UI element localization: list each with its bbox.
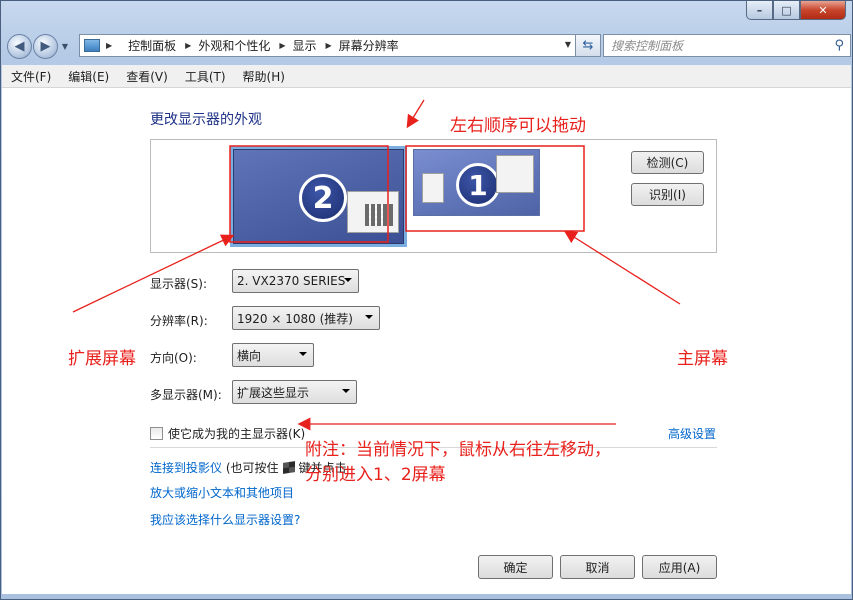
page-title: 更改显示器的外观 (150, 112, 262, 128)
chevron-right-icon: ▶ (185, 41, 192, 50)
menu-tools[interactable]: 工具(T) (185, 68, 226, 85)
multiple-displays-select[interactable]: 扩展这些显示 (232, 380, 357, 404)
search-icon[interactable]: ⚲ (834, 38, 844, 53)
menu-help[interactable]: 帮助(H) (243, 68, 285, 85)
main-display-option: 使它成为我的主显示器(K) (150, 425, 305, 442)
navigation-bar: ◀ ▶ ▼ ▶ 控制面板 ▶ 外观和个性化 ▶ 显示 ▶ 屏幕分辨率 ▼ ⇆ 搜索控制… (7, 31, 851, 61)
annotation-main-screen: 主屏幕 (677, 349, 728, 369)
resolution-select-value: 1920 × 1080 (推荐) (237, 311, 353, 326)
detect-button[interactable]: 检测(C) (631, 151, 704, 174)
advanced-settings-link[interactable]: 高级设置 (668, 425, 716, 442)
breadcrumb-label: 控制面板 (128, 39, 177, 53)
address-dropdown-icon[interactable]: ▼ (565, 40, 571, 49)
menu-file[interactable]: 文件(F) (11, 68, 51, 85)
breadcrumb-display[interactable]: ▶ 显示 (279, 37, 316, 54)
display-settings-help-link[interactable]: 我应该选择什么显示器设置? (150, 511, 300, 528)
orientation-label: 方向(O): (150, 351, 197, 365)
monitor-arrangement-panel: 2 1 检测(C) 识别(I) (150, 139, 717, 253)
menu-edit[interactable]: 编辑(E) (68, 68, 109, 85)
chevron-right-icon: ▶ (279, 41, 286, 50)
recent-pages-dropdown-icon[interactable]: ▼ (59, 42, 71, 51)
window-thumbnail-icon (422, 173, 444, 203)
multiple-displays-label: 多显示器(M): (150, 388, 222, 402)
ok-button[interactable]: 确定 (478, 555, 553, 579)
breadcrumb-screen-resolution[interactable]: ▶ 屏幕分辨率 (326, 37, 399, 54)
monitor-2-tile[interactable]: 2 (230, 146, 407, 247)
search-placeholder: 搜索控制面板 (611, 39, 684, 53)
forward-arrow-icon[interactable]: ▶ (33, 33, 58, 59)
control-panel-icon (84, 39, 100, 52)
main-display-checkbox[interactable] (150, 427, 163, 440)
cancel-button[interactable]: 取消 (560, 555, 635, 579)
breadcrumb-label: 屏幕分辨率 (338, 39, 399, 53)
monitor-1-tile[interactable]: 1 (413, 149, 540, 216)
breadcrumb-label: 外观和个性化 (198, 39, 271, 53)
annotation-drag-order: 左右顺序可以拖动 (450, 116, 586, 136)
main-content: 更改显示器的外观 2 1 检测(C) 识别(I) 显示器(S): 2. VX23… (2, 88, 851, 594)
menu-view[interactable]: 查看(V) (126, 68, 168, 85)
annotation-note-line1: 附注：当前情况下，鼠标从右往左移动， (305, 440, 611, 460)
windows-key-icon (282, 461, 295, 474)
resolution-label: 分辨率(R): (150, 314, 208, 328)
breadcrumb-appearance[interactable]: ▶ 外观和个性化 (185, 37, 270, 54)
breadcrumb-root-chevron[interactable]: ▶ (106, 41, 119, 50)
back-arrow-icon[interactable]: ◀ (7, 33, 32, 59)
search-input[interactable]: 搜索控制面板 ⚲ (603, 34, 851, 57)
annotation-extended-screen: 扩展屏幕 (68, 349, 136, 369)
identify-button[interactable]: 识别(I) (631, 183, 704, 206)
address-bar[interactable]: ▶ 控制面板 ▶ 外观和个性化 ▶ 显示 ▶ 屏幕分辨率 ▼ (79, 34, 577, 57)
calculator-thumbnail-icon (347, 191, 399, 233)
annotation-note-line2: 分别进入1、2屏幕 (305, 465, 446, 485)
maximize-button[interactable]: □ (773, 1, 800, 20)
chevron-down-icon (342, 389, 350, 393)
window-controls: – □ ✕ (746, 1, 846, 20)
display-select-value: 2. VX2370 SERIES (237, 274, 346, 288)
chevron-down-icon (344, 278, 352, 282)
display-select[interactable]: 2. VX2370 SERIES (232, 269, 359, 293)
chevron-right-icon: ▶ (325, 41, 332, 50)
orientation-select-value: 横向 (237, 348, 262, 363)
breadcrumb-control-panel[interactable]: 控制面板 (128, 37, 176, 54)
connect-projector-link[interactable]: 连接到投影仪 (150, 461, 222, 475)
projector-hint: (也可按住 (225, 461, 279, 475)
multiple-displays-select-value: 扩展这些显示 (237, 385, 310, 400)
breadcrumb-label: 显示 (292, 39, 317, 53)
menu-bar: 文件(F) 编辑(E) 查看(V) 工具(T) 帮助(H) (2, 65, 851, 88)
refresh-icon[interactable]: ⇆ (575, 34, 601, 57)
chevron-down-icon (365, 315, 373, 319)
minimize-button[interactable]: – (746, 1, 773, 20)
monitor-number-badge: 2 (299, 174, 347, 222)
apply-button[interactable]: 应用(A) (642, 555, 717, 579)
display-label: 显示器(S): (150, 277, 208, 291)
screen-resolution-window: – □ ✕ ◀ ▶ ▼ ▶ 控制面板 ▶ 外观和个性化 ▶ 显示 ▶ 屏幕分辨率 ▼ … (0, 0, 853, 600)
window-thumbnail-icon (496, 155, 534, 193)
close-button[interactable]: ✕ (800, 1, 846, 20)
resolution-select[interactable]: 1920 × 1080 (推荐) (232, 306, 380, 330)
orientation-select[interactable]: 横向 (232, 343, 314, 367)
main-display-checkbox-label[interactable]: 使它成为我的主显示器(K) (168, 425, 305, 442)
monitor-number-badge: 1 (456, 163, 500, 207)
text-size-link[interactable]: 放大或缩小文本和其他项目 (150, 484, 294, 501)
chevron-down-icon (299, 352, 307, 356)
